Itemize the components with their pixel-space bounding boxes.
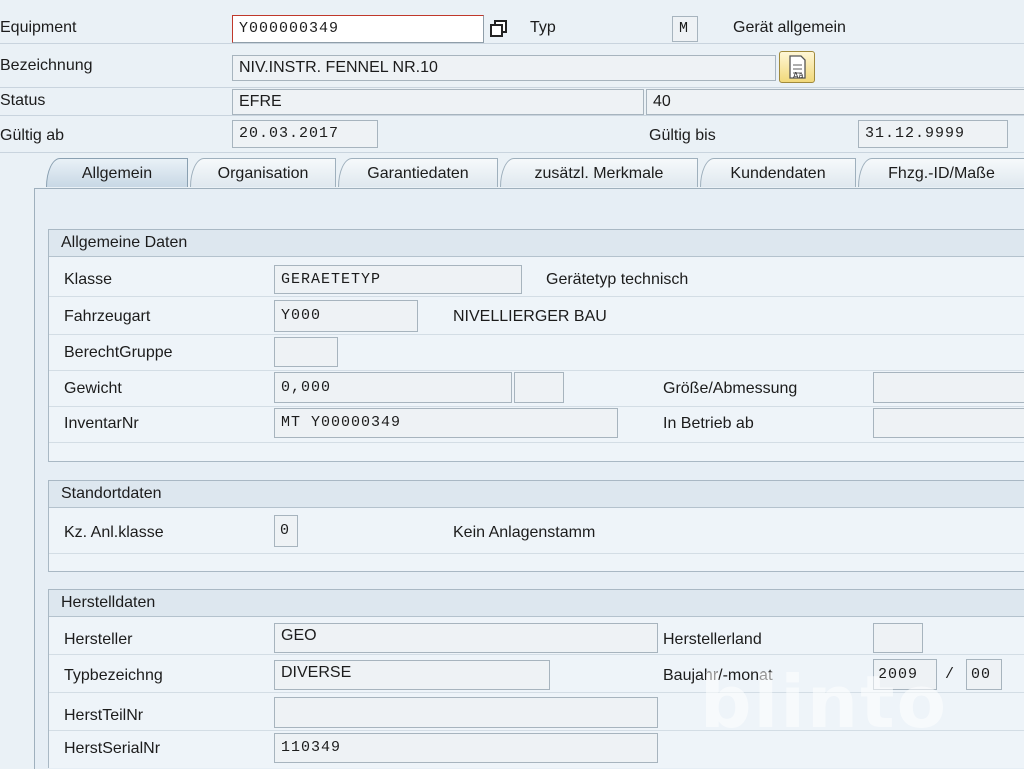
herstellerland-label: Herstellerland: [663, 631, 762, 648]
herstserialnr-label: HerstSerialNr: [64, 740, 161, 757]
herstellerland-field[interactable]: [873, 623, 923, 653]
groesse-abmessung-label: Größe/Abmessung: [663, 380, 798, 397]
in-betrieb-ab-field[interactable]: [873, 408, 1024, 438]
row-divider: [49, 553, 1024, 554]
gewicht-field[interactable]: 0,000: [274, 372, 512, 403]
header-divider: [0, 152, 1024, 153]
watermark: blinto: [700, 660, 949, 744]
long-text-icon[interactable]: Aa: [779, 51, 815, 83]
inventarnr-label: InventarNr: [64, 415, 139, 432]
row-divider: [49, 406, 1024, 407]
kz-anlklasse-description: Kein Anlagenstamm: [453, 524, 596, 541]
herstteilnr-label: HerstTeilNr: [64, 707, 144, 724]
status-field-2: 40: [646, 89, 1024, 115]
fahrzeugart-field[interactable]: Y000: [274, 300, 418, 332]
bezeichnung-field[interactable]: NIV.INSTR. FENNEL NR.10: [232, 55, 776, 81]
group-title: Allgemeine Daten: [49, 230, 1024, 257]
row-divider: [49, 654, 1024, 655]
typ-description: Gerät allgemein: [733, 19, 846, 36]
hersteller-field[interactable]: GEO: [274, 623, 658, 653]
hersteller-label: Hersteller: [64, 631, 133, 648]
gueltig-ab-field[interactable]: 20.03.2017: [232, 120, 378, 148]
tab-kundendaten[interactable]: Kundendaten: [700, 158, 856, 187]
baumonat-field[interactable]: 00: [966, 659, 1002, 690]
status-field: EFRE: [232, 89, 644, 115]
copy-icon[interactable]: [489, 19, 509, 39]
tab-fhzg-id-masse[interactable]: Fhzg.-ID/Maße: [858, 158, 1024, 187]
gewicht-unit-field[interactable]: [514, 372, 564, 403]
fahrzeugart-description: NIVELLIERGER BAU: [453, 308, 607, 325]
kz-anlklasse-label: Kz. Anl.klasse: [64, 524, 164, 541]
groesse-abmessung-field[interactable]: [873, 372, 1024, 403]
row-divider: [49, 296, 1024, 297]
typbezeichnung-field[interactable]: DIVERSE: [274, 660, 550, 690]
equipment-label: Equipment: [0, 19, 77, 36]
row-divider: [49, 370, 1024, 371]
herstteilnr-field[interactable]: [274, 697, 658, 728]
row-divider: [49, 442, 1024, 443]
in-betrieb-ab-label: In Betrieb ab: [663, 415, 754, 432]
header-divider: [0, 43, 1024, 44]
equipment-field[interactable]: Y000000349: [232, 15, 484, 43]
bezeichnung-label: Bezeichnung: [0, 57, 93, 74]
typ-label: Typ: [530, 19, 556, 36]
group-title: Standortdaten: [49, 481, 1024, 508]
klasse-field[interactable]: GERAETETYP: [274, 265, 522, 294]
gueltig-bis-field[interactable]: 31.12.9999: [858, 120, 1008, 148]
berechtgruppe-label: BerechtGruppe: [64, 344, 173, 361]
header-divider: [0, 87, 1024, 88]
klasse-description: Gerätetyp technisch: [546, 271, 689, 288]
tab-zusaetzl-merkmale[interactable]: zusätzl. Merkmale: [500, 158, 698, 187]
tab-allgemein[interactable]: Allgemein: [46, 158, 188, 187]
status-label: Status: [0, 92, 46, 109]
tab-garantiedaten[interactable]: Garantiedaten: [338, 158, 498, 187]
gewicht-label: Gewicht: [64, 380, 122, 397]
fahrzeugart-label: Fahrzeugart: [64, 308, 151, 325]
tab-organisation[interactable]: Organisation: [190, 158, 336, 187]
row-divider: [49, 334, 1024, 335]
herstserialnr-field[interactable]: 110349: [274, 733, 658, 763]
header-divider: [0, 115, 1024, 116]
gueltig-ab-label: Gültig ab: [0, 127, 65, 144]
tab-strip: Allgemein Organisation Garantiedaten zus…: [0, 158, 1024, 188]
svg-text:Aa: Aa: [793, 71, 803, 80]
inventarnr-field[interactable]: MT Y00000349: [274, 408, 618, 438]
kz-anlklasse-field[interactable]: 0: [274, 515, 298, 547]
gueltig-bis-label: Gültig bis: [649, 127, 716, 144]
klasse-label: Klasse: [64, 271, 113, 288]
typ-field[interactable]: M: [672, 16, 698, 42]
group-title: Herstelldaten: [49, 590, 1024, 617]
typbezeichnung-label: Typbezeichng: [64, 667, 163, 684]
berechtgruppe-field[interactable]: [274, 337, 338, 367]
